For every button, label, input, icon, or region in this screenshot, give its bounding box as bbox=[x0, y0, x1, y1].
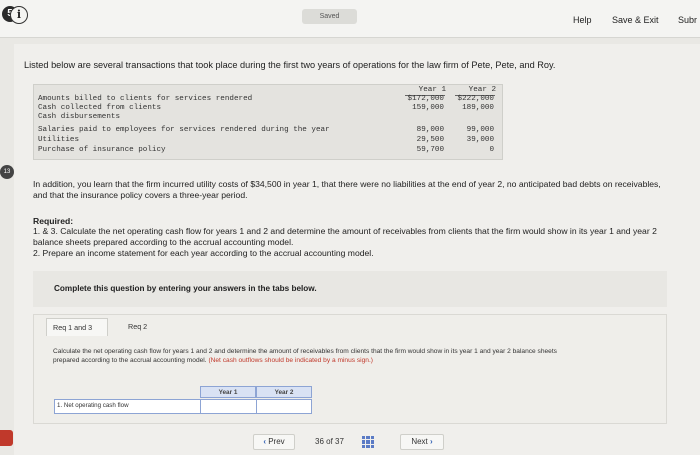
transactions-col-year1: Year 1 bbox=[418, 86, 446, 94]
saved-status: Saved bbox=[302, 9, 357, 24]
page-indicator: 36 of 37 bbox=[315, 437, 344, 446]
info-icon[interactable]: i bbox=[10, 6, 28, 24]
chevron-right-icon: › bbox=[430, 437, 433, 446]
required-item-1: 1. & 3. Calculate the net operating cash… bbox=[33, 226, 657, 247]
tab-question: Calculate the net operating cash flow fo… bbox=[53, 347, 573, 365]
transaction-label: Utilities bbox=[38, 136, 80, 144]
answer-row-label: 1. Net operating cash flow bbox=[57, 402, 129, 409]
answer-row-text: Net operating cash flow bbox=[63, 402, 129, 409]
net-cash-flow-year1-input[interactable] bbox=[200, 399, 256, 414]
transaction-year2: 0 bbox=[489, 146, 494, 154]
tab-req-2[interactable]: Req 2 bbox=[122, 318, 158, 336]
transaction-year1: 29,500 bbox=[416, 136, 444, 144]
net-cash-flow-year2-input[interactable] bbox=[256, 399, 312, 414]
transaction-year1: $172,000 bbox=[407, 95, 444, 103]
required-item-2: 2. Prepare an income statement for each … bbox=[33, 248, 374, 258]
tab-question-note: (Net cash outflows should be indicated b… bbox=[208, 357, 374, 364]
top-bar: 5 i Saved Help Save & Exit Subr bbox=[0, 0, 700, 38]
answer-col-year1: Year 1 bbox=[200, 386, 256, 398]
save-exit-button[interactable]: Save & Exit bbox=[612, 15, 659, 25]
prev-button[interactable]: ‹ Prev bbox=[253, 434, 295, 450]
intro-text: Listed below are several transactions th… bbox=[24, 60, 556, 70]
left-question-badge[interactable]: 13 bbox=[0, 165, 14, 179]
transaction-year2: 39,000 bbox=[466, 136, 494, 144]
transaction-label: Salaries paid to employees for services … bbox=[38, 126, 330, 134]
page-current: 36 bbox=[315, 437, 324, 446]
transactions-col-year2: Year 2 bbox=[468, 86, 496, 94]
transaction-label: Cash collected from clients bbox=[38, 104, 162, 112]
next-label: Next bbox=[411, 437, 428, 446]
prev-label: Prev bbox=[268, 437, 285, 446]
chevron-left-icon: ‹ bbox=[263, 437, 266, 446]
help-button[interactable]: Help bbox=[573, 15, 592, 25]
page-of: of bbox=[326, 437, 333, 446]
submit-button[interactable]: Subr bbox=[678, 15, 697, 25]
additional-info: In addition, you learn that the firm inc… bbox=[33, 179, 661, 200]
transaction-year1: 59,700 bbox=[416, 146, 444, 154]
answer-row-number: 1. bbox=[57, 402, 63, 409]
transaction-year2: 99,000 bbox=[466, 126, 494, 134]
transaction-year1: 159,000 bbox=[412, 104, 444, 112]
page-total: 37 bbox=[335, 437, 344, 446]
red-side-tab[interactable] bbox=[0, 430, 13, 446]
question-grid-icon[interactable] bbox=[362, 436, 374, 448]
transaction-year2: 189,000 bbox=[462, 104, 494, 112]
transaction-label: Amounts billed to clients for services r… bbox=[38, 95, 253, 103]
instruction-text: Complete this question by entering your … bbox=[54, 284, 317, 293]
tab-req-1-and-3[interactable]: Req 1 and 3 bbox=[46, 318, 108, 336]
answer-col-year2: Year 2 bbox=[256, 386, 312, 398]
transaction-label: Purchase of insurance policy bbox=[38, 146, 166, 154]
transaction-year2: $222,000 bbox=[457, 95, 494, 103]
next-button[interactable]: Next › bbox=[400, 434, 444, 450]
transaction-year1: 89,000 bbox=[416, 126, 444, 134]
transaction-label: Cash disbursements bbox=[38, 113, 121, 121]
